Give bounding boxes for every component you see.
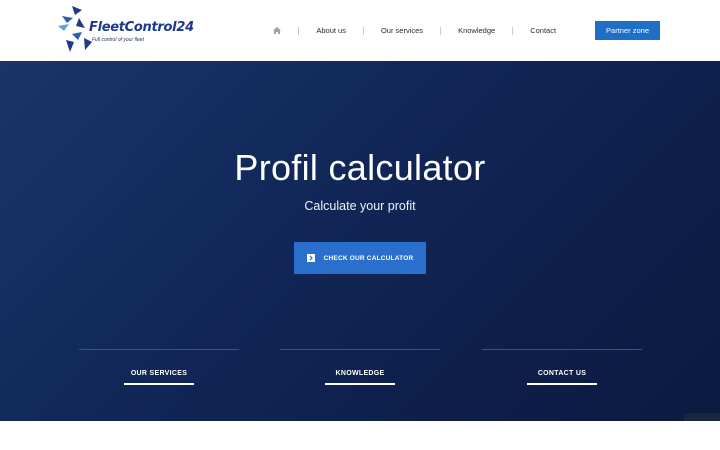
hero-title: Profil calculator [234,147,486,188]
chevron-right-icon [306,254,315,262]
section-link-label: OUR SERVICES [130,370,188,377]
nav-knowledge[interactable]: Knowledge [441,25,512,37]
logo-mark-icon [58,6,92,52]
divider [482,349,642,350]
hero-section: Profil calculator Calculate your profit … [0,61,720,421]
check-calculator-button[interactable]: CHECK OUR CALCULATOR [294,242,426,274]
section-link-contact-us[interactable]: CONTACT US [482,349,642,385]
underline [124,383,194,385]
cta-label: CHECK OUR CALCULATOR [323,254,414,262]
section-link-label: KNOWLEDGE [335,370,385,377]
logo-tagline: Full control of your fleet [92,37,144,43]
nav-home[interactable] [261,25,298,37]
logo-name: FleetControl24 [89,20,194,35]
logo[interactable]: FleetControl24 Full control of your flee… [58,4,194,56]
divider [79,349,239,350]
underline [325,383,395,385]
site-header: FleetControl24 Full control of your flee… [0,0,720,61]
nav-our-services[interactable]: Our services [364,25,440,37]
nav-contact[interactable]: Contact [513,25,573,37]
divider [280,349,440,350]
nav-about-us[interactable]: About us [299,25,363,37]
underline [527,383,597,385]
hero-subtitle: Calculate your profit [304,199,416,213]
section-link-knowledge[interactable]: KNOWLEDGE [280,349,440,385]
main-nav: About us Our services Knowledge Contact … [261,0,660,61]
section-link-our-services[interactable]: OUR SERVICES [79,349,239,385]
corner-widget-tab[interactable] [684,413,720,421]
partner-zone-button[interactable]: Partner zone [595,21,660,40]
home-icon [273,27,282,34]
section-link-label: CONTACT US [537,370,587,377]
